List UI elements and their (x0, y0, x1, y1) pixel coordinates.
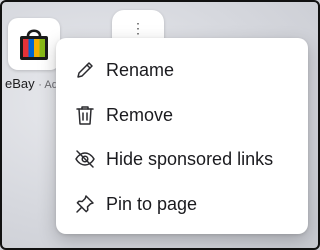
menu-item-hide-sponsored[interactable]: Hide sponsored links (56, 139, 308, 179)
shortcut-name: eBay (5, 76, 35, 91)
menu-item-label: Hide sponsored links (106, 148, 274, 169)
shortcut-context-menu: Rename Remove Hide sponsored links Pin t… (56, 38, 308, 234)
menu-item-pin[interactable]: Pin to page (56, 184, 308, 224)
more-options-icon: ⋮ (131, 20, 145, 36)
shortcut-tile-ebay[interactable] (8, 18, 60, 70)
shortcut-suffix: · Ad (38, 79, 58, 91)
trash-icon (74, 104, 96, 126)
menu-item-remove[interactable]: Remove (56, 95, 308, 135)
menu-item-label: Rename (106, 59, 175, 80)
pin-icon (74, 193, 96, 215)
shortcut-label: eBay · Ad (5, 76, 58, 91)
menu-item-label: Pin to page (106, 193, 198, 214)
new-tab-page: eBay · Ad ⋮ Rename Remove Hide sponsored… (0, 0, 320, 250)
pencil-icon (74, 59, 96, 81)
shopping-bag-icon (20, 29, 48, 60)
eye-off-icon (74, 148, 96, 170)
menu-item-label: Remove (106, 104, 174, 125)
menu-item-rename[interactable]: Rename (56, 50, 308, 90)
